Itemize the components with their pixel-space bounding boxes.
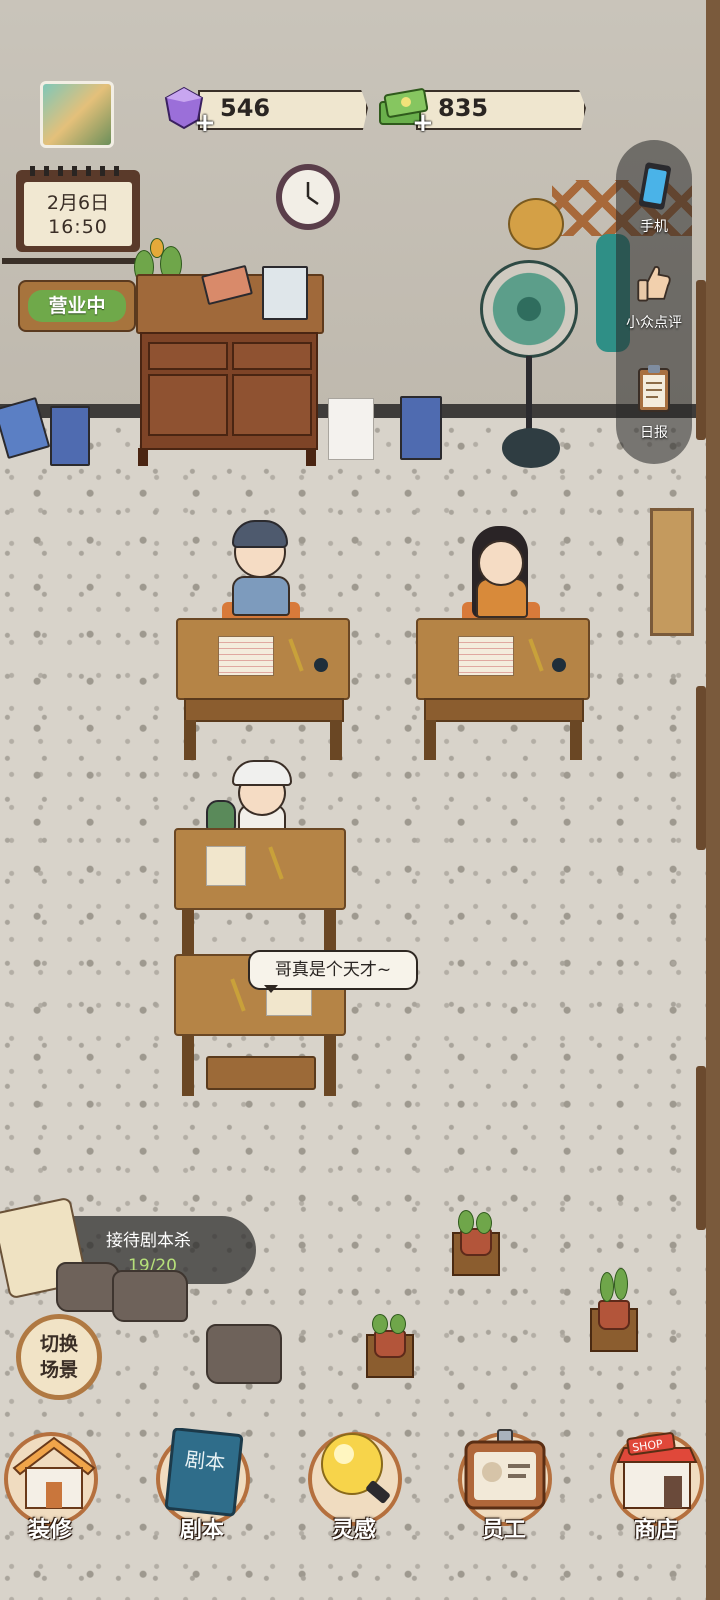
plant-leaf: [390, 1314, 406, 1334]
add-cash-icon[interactable]: +: [412, 108, 434, 138]
phone-button[interactable]: 手机: [616, 162, 692, 236]
phone-icon: [638, 162, 671, 210]
game-scene: + 546 + 835 2月6日 16:50 营业中 手机 小众点评 日报 哥真…: [0, 0, 720, 1600]
plant-leaf: [600, 1272, 614, 1302]
daily-report-button[interactable]: 日报: [616, 362, 692, 442]
rock: [112, 1270, 188, 1322]
game-time: 16:50: [48, 216, 108, 238]
nav-label: 员工: [481, 1518, 526, 1543]
reviews-button[interactable]: 小众点评: [616, 258, 692, 332]
nav-inspiration-button[interactable]: 灵感: [304, 1428, 404, 1600]
plant-leaf: [372, 1314, 388, 1334]
reviews-label: 小众点评: [626, 315, 682, 331]
book-stack: [400, 396, 442, 460]
terrazzo-floor: [0, 418, 706, 1600]
switch-scene-button[interactable]: 切换 场景: [16, 1314, 102, 1400]
house-icon: [12, 1436, 96, 1509]
book-shelf-box: [262, 266, 308, 320]
nav-label: 商店: [633, 1518, 678, 1543]
wall-panel: [696, 686, 706, 850]
nav-staff-button[interactable]: 员工: [454, 1428, 554, 1600]
open-notebook: [218, 636, 274, 676]
lightbulb-icon: [321, 1433, 390, 1504]
straw-hat: [508, 198, 564, 250]
paper-stack: [328, 398, 374, 460]
staff-badge-icon: [464, 1429, 546, 1510]
nav-label: 灵感: [331, 1518, 376, 1543]
open-status-sign[interactable]: 营业中: [18, 280, 136, 332]
open-notebook: [458, 636, 514, 676]
right-wall: [706, 0, 720, 1600]
speech-bubble: 哥真是个天才~: [248, 950, 418, 993]
script-book-icon: 剧本: [164, 1428, 244, 1517]
wall-panel: [696, 280, 706, 440]
wall-panel: [696, 1066, 706, 1230]
phone-label: 手机: [640, 219, 668, 235]
wall-frame: [650, 508, 694, 636]
ink-bottle: [552, 658, 566, 672]
task-title: 接待剧本杀: [106, 1231, 191, 1251]
wooden-cabinet: [140, 332, 318, 450]
daily-report-label: 日报: [640, 425, 668, 441]
rock: [206, 1324, 282, 1384]
thumbs-up-icon: [637, 266, 671, 302]
nav-label: 装修: [27, 1518, 72, 1543]
shop-icon: SHOP: [616, 1432, 698, 1509]
calendar-clock: 2月6日 16:50: [16, 166, 140, 252]
add-gem-icon[interactable]: +: [194, 108, 216, 138]
sign-rod: [2, 258, 142, 264]
plant-pot: [374, 1330, 406, 1358]
nav-shop-button[interactable]: SHOP 商店: [606, 1428, 706, 1600]
switch-scene-label-1: 切换: [39, 1333, 78, 1355]
nav-decorate-button[interactable]: 装修: [0, 1428, 100, 1600]
town-map-thumbnail[interactable]: [40, 81, 114, 148]
svg-text:剧本: 剧本: [184, 1447, 226, 1475]
clipboard-icon: [638, 365, 670, 412]
open-status-label: 营业中: [28, 290, 126, 322]
cash-count: 835: [438, 94, 489, 122]
book-stack: [50, 406, 90, 466]
bench: [206, 1056, 316, 1090]
ink-bottle: [314, 658, 328, 672]
plant-leaf: [614, 1268, 628, 1300]
electric-fan: [480, 260, 578, 358]
game-date: 2月6日: [46, 192, 110, 214]
switch-scene-label-2: 场景: [39, 1359, 78, 1381]
wall-clock-icon: [276, 164, 340, 230]
rock: [56, 1262, 120, 1312]
plant-flower: [150, 238, 164, 258]
plant-pot: [598, 1300, 630, 1330]
desk: [174, 828, 346, 910]
plant-leaf: [476, 1212, 492, 1234]
plant-leaf: [458, 1210, 474, 1234]
gem-count: 546: [220, 94, 271, 122]
nav-script-button[interactable]: 剧本 剧本: [152, 1428, 252, 1600]
nav-label: 剧本: [179, 1518, 224, 1543]
side-menu: 手机 小众点评 日报: [616, 140, 692, 464]
paper-note: [206, 846, 246, 886]
